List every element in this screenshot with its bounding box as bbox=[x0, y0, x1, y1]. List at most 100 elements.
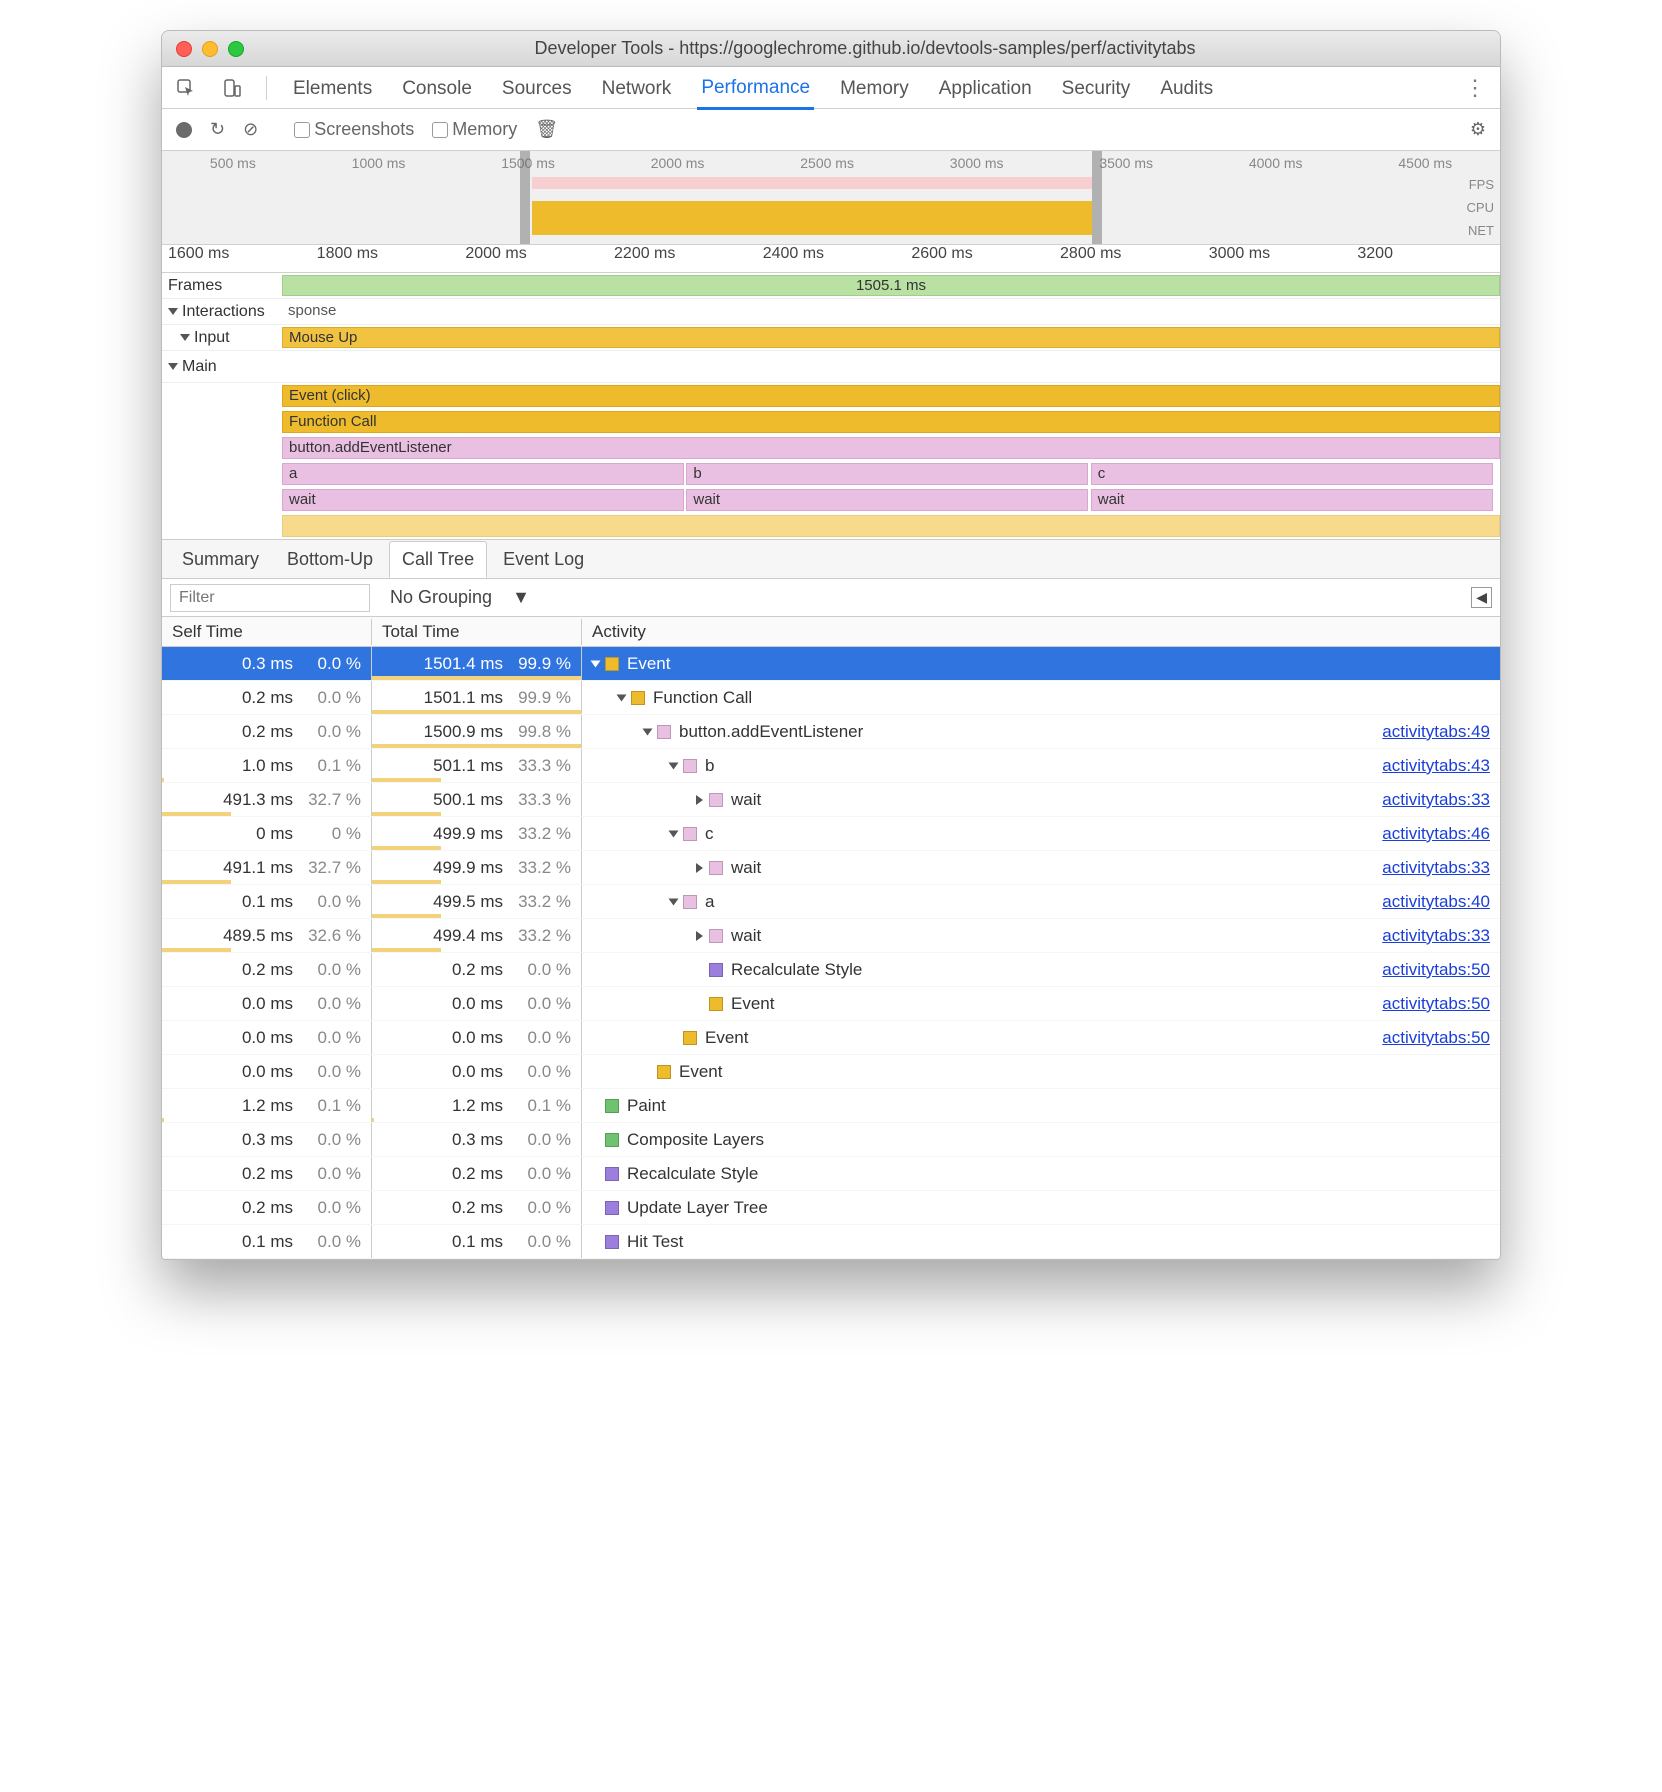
activity-swatch bbox=[657, 725, 671, 739]
chevron-down-icon[interactable] bbox=[617, 694, 627, 701]
chevron-down-icon[interactable] bbox=[168, 308, 178, 315]
devtools-window: Developer Tools - https://googlechrome.g… bbox=[161, 30, 1501, 1260]
subtab-event-log[interactable]: Event Log bbox=[491, 542, 596, 577]
chevron-right-icon[interactable] bbox=[696, 931, 703, 941]
table-row[interactable]: 0.3 ms0.0 %1501.4 ms99.9 %Event bbox=[162, 647, 1500, 681]
titlebar: Developer Tools - https://googlechrome.g… bbox=[162, 31, 1500, 67]
table-row[interactable]: 0.0 ms0.0 %0.0 ms0.0 %Event bbox=[162, 1055, 1500, 1089]
reload-icon[interactable]: ↻ bbox=[210, 119, 225, 140]
overview-pane[interactable]: 500 ms1000 ms1500 ms2000 ms2500 ms3000 m… bbox=[162, 151, 1500, 245]
chevron-down-icon[interactable] bbox=[669, 898, 679, 905]
call-tree-grid: Self Time Total Time Activity 0.3 ms0.0 … bbox=[162, 617, 1500, 1259]
table-row[interactable]: 491.1 ms32.7 %499.9 ms33.2 %waitactivity… bbox=[162, 851, 1500, 885]
chevron-right-icon[interactable] bbox=[696, 795, 703, 805]
grouping-select[interactable]: No Grouping ▼ bbox=[390, 587, 530, 608]
table-row[interactable]: 489.5 ms32.6 %499.4 ms33.2 %waitactivity… bbox=[162, 919, 1500, 953]
source-link[interactable]: activitytabs:33 bbox=[1382, 858, 1490, 878]
chevron-down-icon[interactable] bbox=[643, 728, 653, 735]
table-row[interactable]: 0.3 ms0.0 %0.3 ms0.0 %Composite Layers bbox=[162, 1123, 1500, 1157]
chevron-down-icon[interactable] bbox=[669, 762, 679, 769]
overview-handle-right[interactable] bbox=[1092, 151, 1102, 244]
close-icon[interactable] bbox=[176, 41, 192, 57]
screenshots-checkbox[interactable]: Screenshots bbox=[294, 119, 414, 140]
source-link[interactable]: activitytabs:33 bbox=[1382, 790, 1490, 810]
table-row[interactable]: 0.1 ms0.0 %0.1 ms0.0 %Hit Test bbox=[162, 1225, 1500, 1259]
tab-performance[interactable]: Performance bbox=[697, 67, 814, 110]
filter-input[interactable] bbox=[170, 584, 370, 612]
activity-name: Composite Layers bbox=[627, 1130, 764, 1150]
memory-checkbox[interactable]: Memory bbox=[432, 119, 517, 140]
table-row[interactable]: 1.2 ms0.1 %1.2 ms0.1 %Paint bbox=[162, 1089, 1500, 1123]
table-row[interactable]: 1.0 ms0.1 %501.1 ms33.3 %bactivitytabs:4… bbox=[162, 749, 1500, 783]
source-link[interactable]: activitytabs:46 bbox=[1382, 824, 1490, 844]
header-self-time[interactable]: Self Time bbox=[162, 619, 372, 645]
tab-elements[interactable]: Elements bbox=[289, 68, 376, 108]
activity-swatch bbox=[683, 759, 697, 773]
tab-audits[interactable]: Audits bbox=[1156, 68, 1217, 108]
interactions-track[interactable]: Interactions sponse bbox=[162, 299, 1500, 325]
table-row[interactable]: 0.1 ms0.0 %499.5 ms33.2 %aactivitytabs:4… bbox=[162, 885, 1500, 919]
clear-icon[interactable]: ⊘ bbox=[243, 119, 258, 140]
activity-swatch bbox=[605, 1201, 619, 1215]
frames-track[interactable]: Frames 1505.1 ms bbox=[162, 273, 1500, 299]
chevron-down-icon[interactable] bbox=[180, 334, 190, 341]
chevron-down-icon[interactable] bbox=[168, 363, 178, 370]
subtab-call-tree[interactable]: Call Tree bbox=[389, 541, 487, 578]
table-row[interactable]: 0.0 ms0.0 %0.0 ms0.0 %Eventactivitytabs:… bbox=[162, 1021, 1500, 1055]
source-link[interactable]: activitytabs:40 bbox=[1382, 892, 1490, 912]
tab-memory[interactable]: Memory bbox=[836, 68, 913, 108]
tab-application[interactable]: Application bbox=[935, 68, 1036, 108]
subtab-summary[interactable]: Summary bbox=[170, 542, 271, 577]
table-row[interactable]: 491.3 ms32.7 %500.1 ms33.3 %waitactivity… bbox=[162, 783, 1500, 817]
source-link[interactable]: activitytabs:43 bbox=[1382, 756, 1490, 776]
tab-console[interactable]: Console bbox=[398, 68, 476, 108]
table-row[interactable]: 0.0 ms0.0 %0.0 ms0.0 %Eventactivitytabs:… bbox=[162, 987, 1500, 1021]
more-icon[interactable]: ⋮ bbox=[1464, 75, 1488, 101]
activity-name: b bbox=[705, 756, 714, 776]
source-link[interactable]: activitytabs:49 bbox=[1382, 722, 1490, 742]
table-row[interactable]: 0 ms0 %499.9 ms33.2 %cactivitytabs:46 bbox=[162, 817, 1500, 851]
gear-icon[interactable]: ⚙ bbox=[1470, 119, 1486, 140]
record-icon[interactable] bbox=[176, 122, 192, 138]
heaviest-stack-icon[interactable]: ◀ bbox=[1471, 587, 1492, 608]
chevron-down-icon[interactable] bbox=[591, 660, 601, 667]
table-row[interactable]: 0.2 ms0.0 %1500.9 ms99.8 %button.addEven… bbox=[162, 715, 1500, 749]
table-row[interactable]: 0.2 ms0.0 %1501.1 ms99.9 %Function Call bbox=[162, 681, 1500, 715]
main-track[interactable]: Main bbox=[162, 351, 1500, 383]
input-track[interactable]: Input Mouse Up bbox=[162, 325, 1500, 351]
tab-sources[interactable]: Sources bbox=[498, 68, 576, 108]
zoom-icon[interactable] bbox=[228, 41, 244, 57]
table-row[interactable]: 0.2 ms0.0 %0.2 ms0.0 %Recalculate Style bbox=[162, 1157, 1500, 1191]
source-link[interactable]: activitytabs:50 bbox=[1382, 1028, 1490, 1048]
inspect-icon[interactable] bbox=[174, 76, 198, 100]
activity-name: Event bbox=[731, 994, 774, 1014]
minimize-icon[interactable] bbox=[202, 41, 218, 57]
tab-security[interactable]: Security bbox=[1058, 68, 1135, 108]
activity-name: wait bbox=[731, 858, 761, 878]
chevron-down-icon[interactable] bbox=[669, 830, 679, 837]
flame-chart[interactable]: Event (click) Function Call button.addEv… bbox=[162, 383, 1500, 539]
activity-name: Hit Test bbox=[627, 1232, 683, 1252]
subtab-bottom-up[interactable]: Bottom-Up bbox=[275, 542, 385, 577]
tab-network[interactable]: Network bbox=[598, 68, 676, 108]
overview-labels: FPSCPUNET bbox=[1467, 173, 1494, 242]
separator bbox=[266, 76, 267, 100]
activity-name: Recalculate Style bbox=[731, 960, 862, 980]
header-total-time[interactable]: Total Time bbox=[372, 619, 582, 645]
overview-handle-left[interactable] bbox=[520, 151, 530, 244]
header-activity[interactable]: Activity bbox=[582, 619, 1500, 645]
activity-swatch bbox=[709, 793, 723, 807]
trash-icon[interactable]: 🗑 bbox=[535, 119, 558, 140]
main-tabbar: Elements Console Sources Network Performance… bbox=[162, 67, 1500, 109]
source-link[interactable]: activitytabs:50 bbox=[1382, 960, 1490, 980]
source-link[interactable]: activitytabs:50 bbox=[1382, 994, 1490, 1014]
activity-name: Recalculate Style bbox=[627, 1164, 758, 1184]
device-icon[interactable] bbox=[220, 76, 244, 100]
activity-swatch bbox=[709, 997, 723, 1011]
table-row[interactable]: 0.2 ms0.0 %0.2 ms0.0 %Update Layer Tree bbox=[162, 1191, 1500, 1225]
source-link[interactable]: activitytabs:33 bbox=[1382, 926, 1490, 946]
table-row[interactable]: 0.2 ms0.0 %0.2 ms0.0 %Recalculate Stylea… bbox=[162, 953, 1500, 987]
activity-swatch bbox=[605, 657, 619, 671]
activity-name: Paint bbox=[627, 1096, 666, 1116]
chevron-right-icon[interactable] bbox=[696, 863, 703, 873]
